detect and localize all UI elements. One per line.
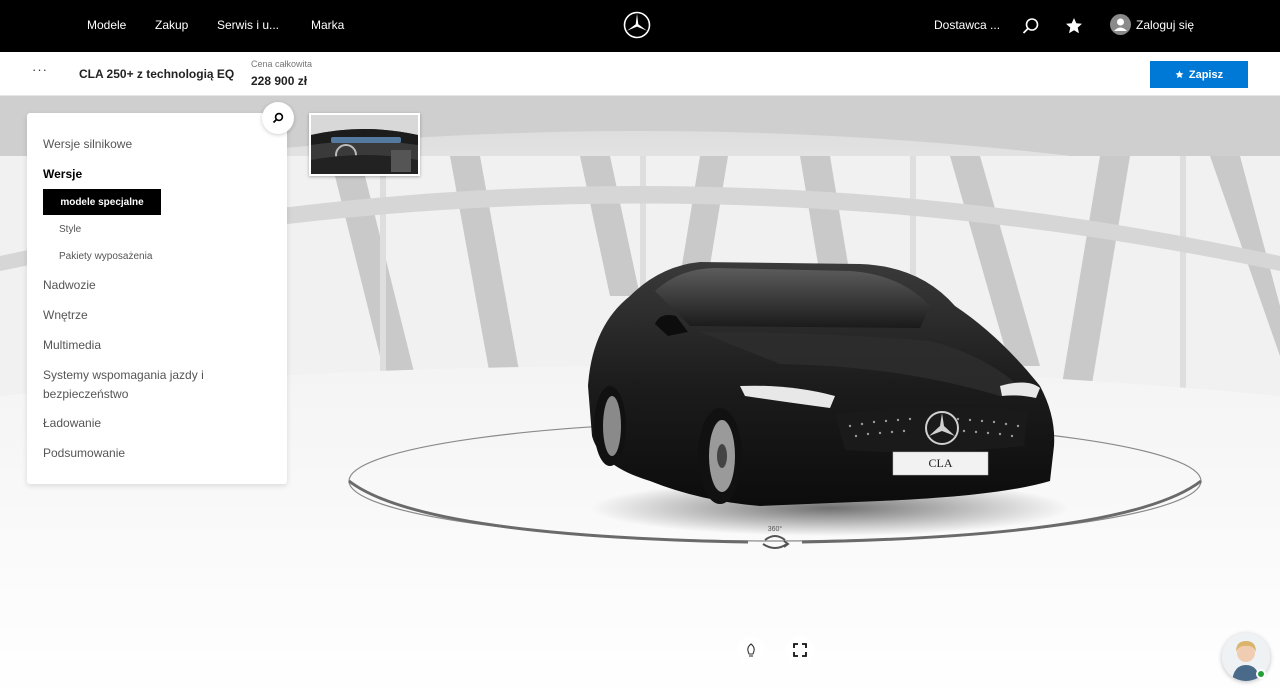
user-avatar-icon[interactable]	[1110, 14, 1131, 35]
plate-text: CLA	[928, 456, 953, 470]
menu-item-charging[interactable]: Ładowanie	[43, 414, 101, 433]
model-name: CLA 250+ z technologią EQ	[79, 67, 235, 81]
top-navigation: Modele Zakup Serwis i u... Marka Dostawc…	[0, 0, 1280, 52]
menu-item-versions[interactable]: Wersje	[43, 165, 82, 184]
fullscreen-button[interactable]	[786, 636, 814, 664]
nav-link-brand[interactable]: Marka	[311, 18, 344, 32]
zoom-search-button[interactable]	[262, 102, 294, 134]
configurator-side-menu: Wersje silnikowe Wersje modele specjalne…	[27, 113, 287, 484]
star-favorites-icon[interactable]	[1062, 14, 1086, 38]
star-icon	[1175, 70, 1184, 79]
configurator-header: ··· CLA 250+ z technologią EQ Cena całko…	[0, 52, 1280, 96]
online-status-indicator	[1256, 669, 1266, 679]
rotate-360-label: 360°	[767, 526, 783, 533]
lightbulb-icon	[747, 643, 755, 657]
menu-item-multimedia[interactable]: Multimedia	[43, 336, 101, 355]
price-label: Cena całkowita	[251, 59, 313, 69]
search-icon	[272, 112, 284, 124]
interior-image	[311, 115, 418, 174]
interior-view-thumbnail[interactable]	[309, 113, 420, 176]
menu-item-engine-versions[interactable]: Wersje silnikowe	[43, 135, 132, 154]
mercedes-star-logo[interactable]	[623, 11, 651, 39]
submenu-style[interactable]: Style	[59, 224, 81, 235]
menu-item-summary[interactable]: Podsumowanie	[43, 444, 125, 463]
nav-link-purchase[interactable]: Zakup	[155, 18, 188, 32]
fullscreen-icon	[793, 643, 807, 657]
light-toggle-button[interactable]	[737, 636, 765, 664]
more-dots-icon[interactable]: ···	[32, 62, 48, 77]
menu-item-interior[interactable]: Wnętrze	[43, 306, 88, 325]
nav-link-models[interactable]: Modele	[87, 18, 126, 32]
login-link[interactable]: Zaloguj się	[1136, 18, 1194, 32]
submenu-equipment-packages[interactable]: Pakiety wyposażenia	[59, 251, 152, 262]
nav-dealer-select[interactable]: Dostawca ...	[934, 18, 1000, 32]
search-icon[interactable]	[1019, 14, 1043, 38]
nav-link-service[interactable]: Serwis i u...	[217, 18, 279, 32]
save-button-label: Zapisz	[1188, 68, 1224, 81]
submenu-special-models[interactable]: modele specjalne	[43, 189, 161, 215]
rotate-360-control[interactable]: 360°	[755, 526, 795, 558]
save-button[interactable]: Zapisz	[1150, 61, 1248, 88]
price-value: 228 900 zł	[251, 74, 308, 88]
menu-item-body[interactable]: Nadwozie	[43, 276, 96, 295]
menu-item-driver-assistance[interactable]: Systemy wspomagania jazdy i bezpieczeńst…	[43, 366, 243, 404]
